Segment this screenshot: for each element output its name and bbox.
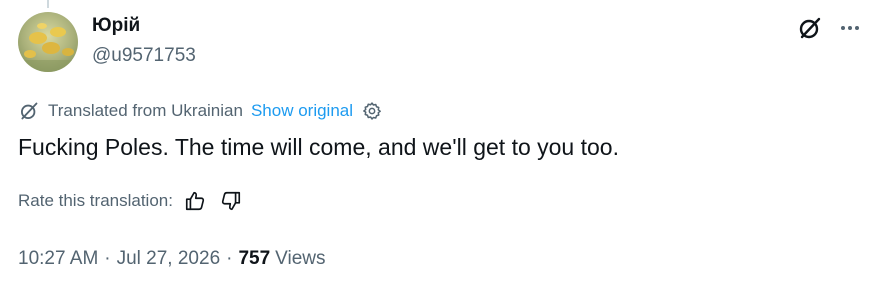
dandelion-field-avatar-image — [18, 12, 78, 72]
author-display-name[interactable]: Юрій — [92, 14, 140, 38]
tweet-date[interactable]: Jul 27, 2026 — [117, 248, 221, 270]
meta-separator: · — [226, 248, 233, 269]
meta-separator: · — [104, 248, 111, 269]
author-handle[interactable]: @u9571753 — [92, 44, 196, 68]
tweet-time[interactable]: 10:27 AM — [18, 248, 98, 270]
translation-notice: Translated from Ukrainian Show original — [18, 99, 383, 123]
gear-icon[interactable] — [361, 100, 383, 122]
rate-translation-row: Rate this translation: — [18, 188, 245, 214]
grok-icon — [799, 17, 821, 39]
avatar[interactable] — [18, 12, 78, 72]
rate-translation-label: Rate this translation: — [18, 191, 173, 210]
thread-connector-line — [47, 0, 49, 8]
thumbs-down-icon[interactable] — [217, 188, 245, 214]
grok-icon — [18, 100, 40, 122]
show-original-link[interactable]: Show original — [251, 101, 353, 121]
more-options-button[interactable] — [836, 14, 864, 42]
more-horizontal-icon — [841, 26, 859, 30]
views-label: Views — [275, 248, 326, 269]
thumbs-up-icon[interactable] — [181, 188, 209, 214]
grok-button[interactable] — [796, 14, 824, 42]
tweet-text: Fucking Poles. The time will come, and w… — [18, 134, 619, 160]
translated-from-label: Translated from Ukrainian — [48, 101, 243, 120]
views-count: 757 — [238, 248, 271, 269]
tweet-metadata: 10:27 AM · Jul 27, 2026 · 757 Views — [18, 245, 326, 273]
